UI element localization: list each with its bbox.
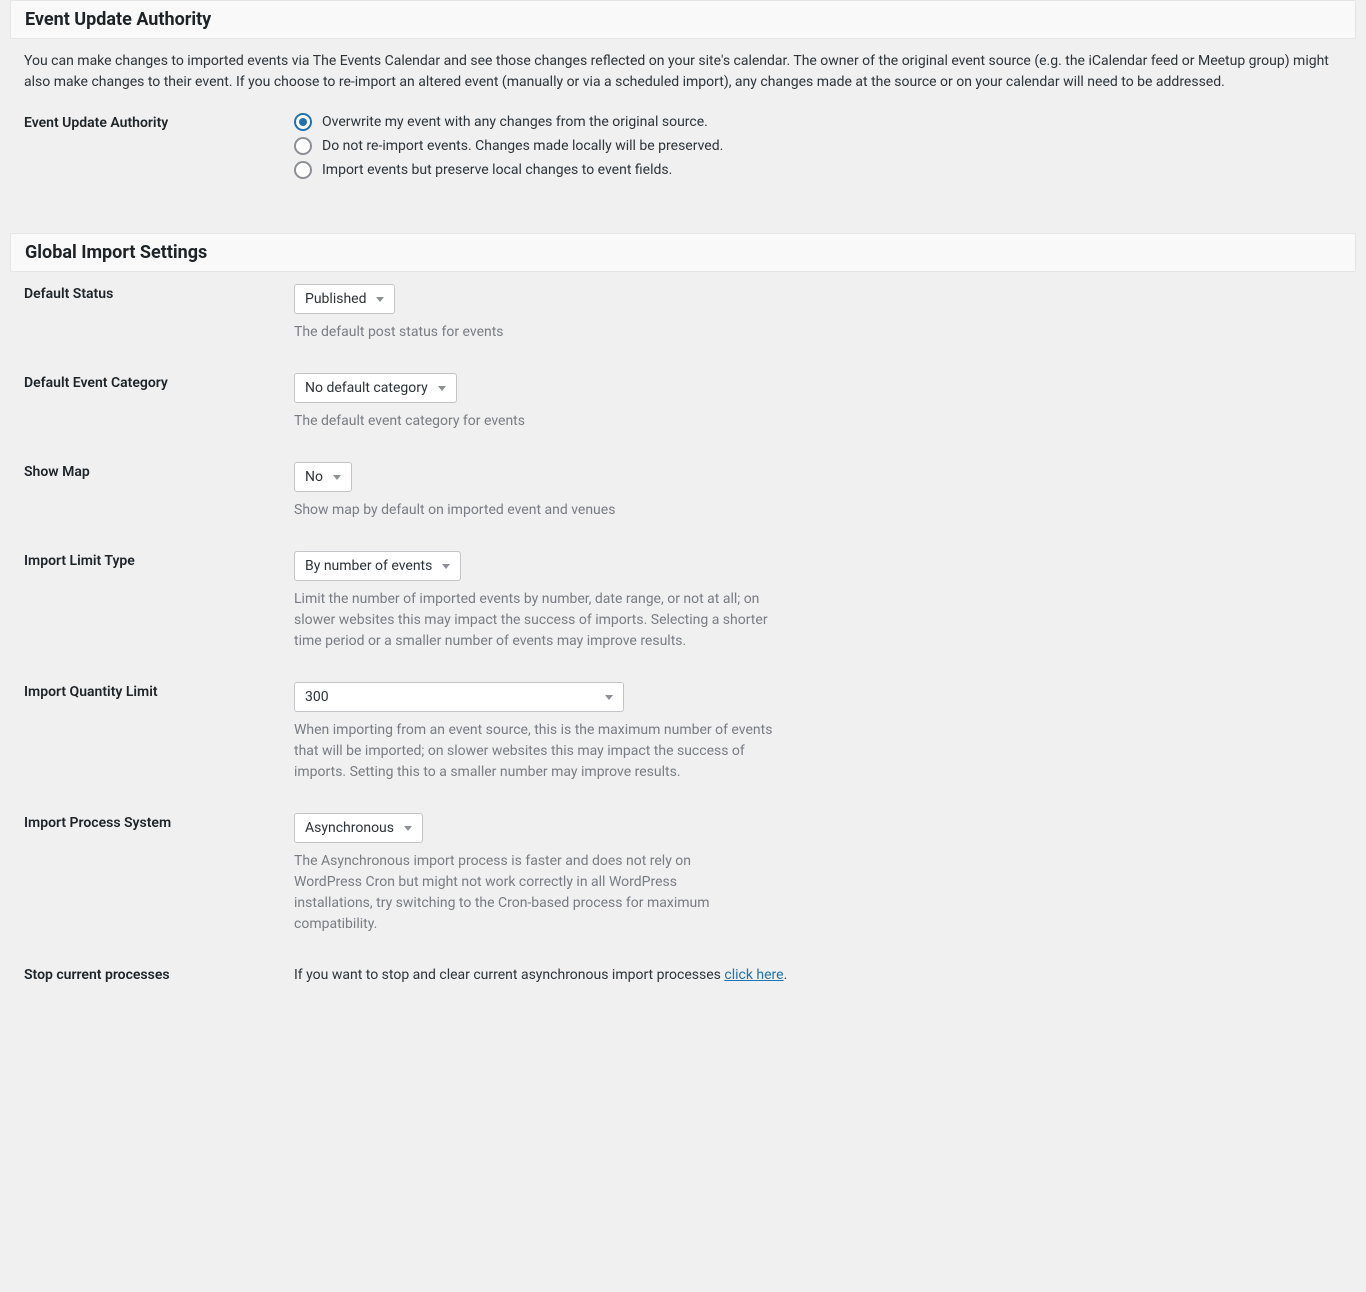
- radio-option-preserve-fields[interactable]: Import events but preserve local changes…: [294, 161, 994, 179]
- default-status-select[interactable]: Published: [294, 284, 395, 314]
- radio-icon: [294, 113, 312, 131]
- show-map-row: Show Map No Show map by default on impor…: [10, 462, 1356, 551]
- help-text: Limit the number of imported events by n…: [294, 589, 794, 652]
- radio-option-preserve-local[interactable]: Do not re-import events. Changes made lo…: [294, 137, 994, 155]
- radio-icon: [294, 161, 312, 179]
- field-label: Import Limit Type: [24, 551, 294, 569]
- import-limit-type-row: Import Limit Type By number of events Li…: [10, 551, 1356, 682]
- import-limit-type-select[interactable]: By number of events: [294, 551, 461, 581]
- radio-label: Do not re-import events. Changes made lo…: [322, 138, 723, 154]
- section-header-global-import-settings: Global Import Settings: [10, 233, 1356, 272]
- event-update-authority-row: Event Update Authority Overwrite my even…: [10, 113, 1356, 209]
- radio-group-update-authority: Overwrite my event with any changes from…: [294, 113, 994, 179]
- import-process-row: Import Process System Asynchronous The A…: [10, 813, 1356, 965]
- chevron-down-icon: [404, 826, 412, 831]
- radio-option-overwrite[interactable]: Overwrite my event with any changes from…: [294, 113, 994, 131]
- import-process-select[interactable]: Asynchronous: [294, 813, 423, 843]
- select-value: 300: [305, 689, 329, 705]
- field-label: Import Quantity Limit: [24, 682, 294, 700]
- default-category-row: Default Event Category No default catego…: [10, 373, 1356, 462]
- chevron-down-icon: [376, 297, 384, 302]
- field-label: Show Map: [24, 462, 294, 480]
- select-value: Asynchronous: [305, 820, 394, 836]
- section-description: You can make changes to imported events …: [24, 51, 1356, 93]
- help-text: The default event category for events: [294, 411, 994, 432]
- field-label: Default Status: [24, 284, 294, 302]
- field-label: Stop current processes: [24, 965, 294, 983]
- text-after: .: [784, 967, 788, 983]
- help-text: Show map by default on imported event an…: [294, 500, 994, 521]
- section-header-event-update-authority: Event Update Authority: [10, 0, 1356, 39]
- chevron-down-icon: [333, 475, 341, 480]
- import-quantity-select[interactable]: 300: [294, 682, 624, 712]
- section-title: Event Update Authority: [25, 9, 1341, 30]
- help-text: The Asynchronous import process is faste…: [294, 851, 754, 935]
- import-quantity-row: Import Quantity Limit 300 When importing…: [10, 682, 1356, 813]
- select-value: By number of events: [305, 558, 432, 574]
- field-label: Import Process System: [24, 813, 294, 831]
- section-title: Global Import Settings: [25, 242, 1341, 263]
- chevron-down-icon: [438, 386, 446, 391]
- stop-processes-text: If you want to stop and clear current as…: [294, 967, 787, 983]
- select-value: No: [305, 469, 323, 485]
- chevron-down-icon: [442, 564, 450, 569]
- select-value: Published: [305, 291, 366, 307]
- show-map-select[interactable]: No: [294, 462, 352, 492]
- stop-processes-link[interactable]: click here: [724, 967, 783, 983]
- select-value: No default category: [305, 380, 428, 396]
- help-text: When importing from an event source, thi…: [294, 720, 794, 783]
- help-text: The default post status for events: [294, 322, 994, 343]
- default-status-row: Default Status Published The default pos…: [10, 284, 1356, 373]
- radio-label: Import events but preserve local changes…: [322, 162, 672, 178]
- stop-processes-row: Stop current processes If you want to st…: [10, 965, 1356, 1016]
- field-label: Event Update Authority: [24, 113, 294, 131]
- default-category-select[interactable]: No default category: [294, 373, 457, 403]
- radio-icon: [294, 137, 312, 155]
- text-before: If you want to stop and clear current as…: [294, 967, 724, 983]
- radio-label: Overwrite my event with any changes from…: [322, 114, 708, 130]
- field-label: Default Event Category: [24, 373, 294, 391]
- chevron-down-icon: [605, 695, 613, 700]
